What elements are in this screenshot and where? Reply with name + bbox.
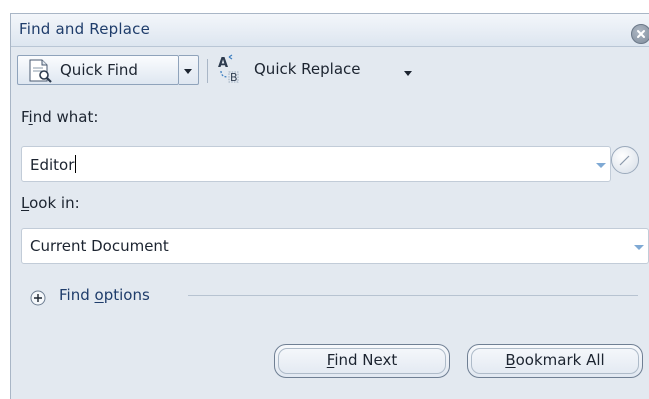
svg-text:B: B (230, 71, 238, 83)
close-icon[interactable] (631, 24, 649, 44)
expand-plus-icon[interactable] (30, 290, 46, 306)
find-what-combobox[interactable]: Editor (21, 146, 611, 182)
quick-replace-dropdown-icon[interactable] (404, 71, 412, 76)
find-what-value: Editor (30, 156, 75, 174)
find-options-divider (188, 295, 638, 296)
find-next-button[interactable]: Find Next (274, 344, 450, 378)
look-in-value: Current Document (30, 237, 169, 255)
replace-icon[interactable]: A B (216, 53, 246, 83)
title-bar: Find and Replace (11, 14, 649, 47)
toolbar-divider (207, 59, 208, 83)
expression-builder-button[interactable] (611, 146, 639, 174)
look-in-select[interactable]: Current Document (21, 228, 649, 264)
find-options-label[interactable]: Find options (59, 286, 150, 304)
look-in-dropdown-icon[interactable] (629, 237, 647, 255)
find-what-dropdown-icon[interactable] (591, 155, 609, 173)
quick-replace-button[interactable]: Quick Replace (254, 60, 361, 78)
bookmark-all-button[interactable]: Bookmark All (467, 344, 643, 378)
look-in-label: Look in: (21, 194, 80, 212)
document-search-icon (29, 59, 52, 83)
quick-find-dropdown[interactable] (179, 55, 199, 85)
toolbar: Quick Find A B Quick Replace (11, 47, 649, 92)
window-title: Find and Replace (19, 20, 151, 38)
quick-find-button[interactable]: Quick Find (17, 55, 179, 85)
quick-find-label: Quick Find (60, 61, 138, 79)
text-cursor (75, 155, 77, 173)
find-replace-panel: Find and Replace Quick Find A B Quick Re… (10, 13, 649, 399)
chevron-down-icon (184, 69, 192, 74)
svg-text:A: A (218, 56, 228, 71)
find-what-label: Find what: (21, 108, 99, 126)
